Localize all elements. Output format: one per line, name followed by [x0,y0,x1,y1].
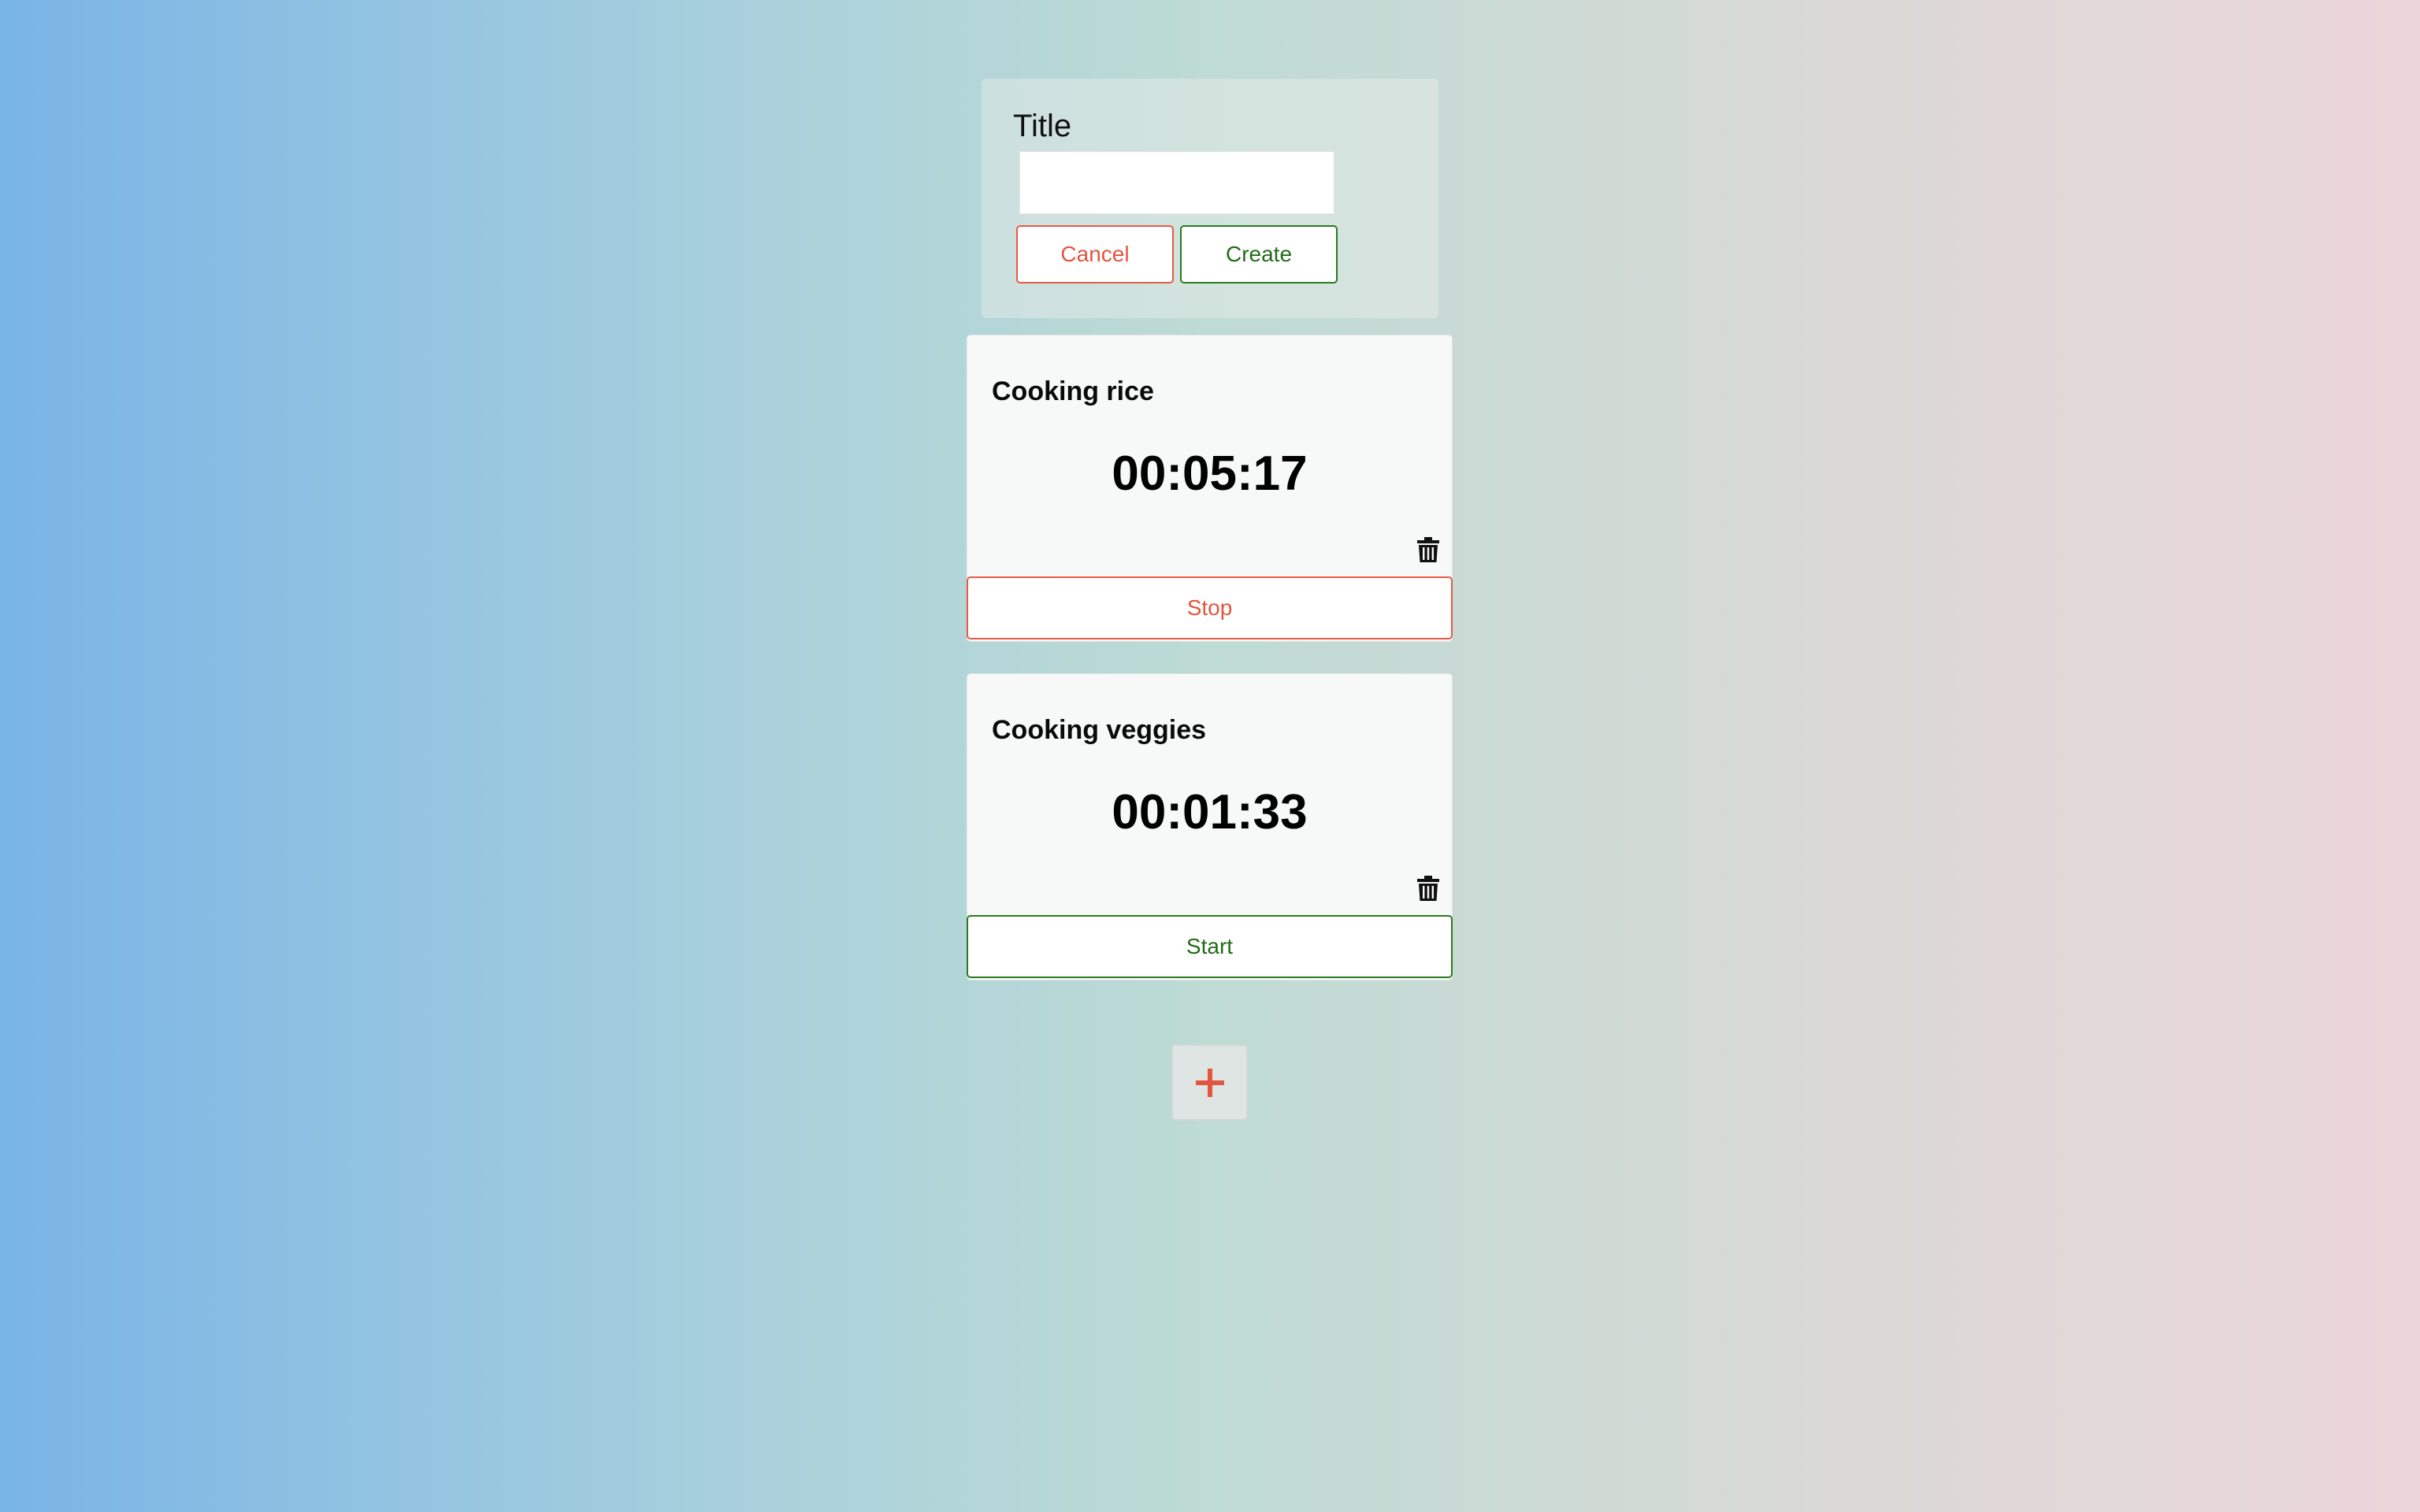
create-button[interactable]: Create [1180,225,1338,284]
title-label: Title [1013,109,1072,143]
timer-display: 00:05:17 [1112,447,1308,501]
timer-title: Cooking veggies [992,715,1207,745]
create-timer-form: Title Cancel Create [982,79,1438,318]
add-timer-button[interactable] [1171,1044,1248,1121]
timer-display: 00:01:33 [1112,785,1308,839]
start-button[interactable]: Start [967,915,1453,978]
plus-icon [1195,1068,1224,1097]
timer-card: Cooking rice 00:05:17 Stop [967,335,1453,642]
trash-icon[interactable] [1416,875,1440,902]
timer-title: Cooking rice [992,376,1154,406]
title-input[interactable] [1019,151,1334,214]
stop-button[interactable]: Stop [967,576,1453,639]
cancel-button[interactable]: Cancel [1016,225,1174,284]
trash-icon[interactable] [1416,536,1440,563]
timer-card: Cooking veggies 00:01:33 Start [967,673,1453,980]
